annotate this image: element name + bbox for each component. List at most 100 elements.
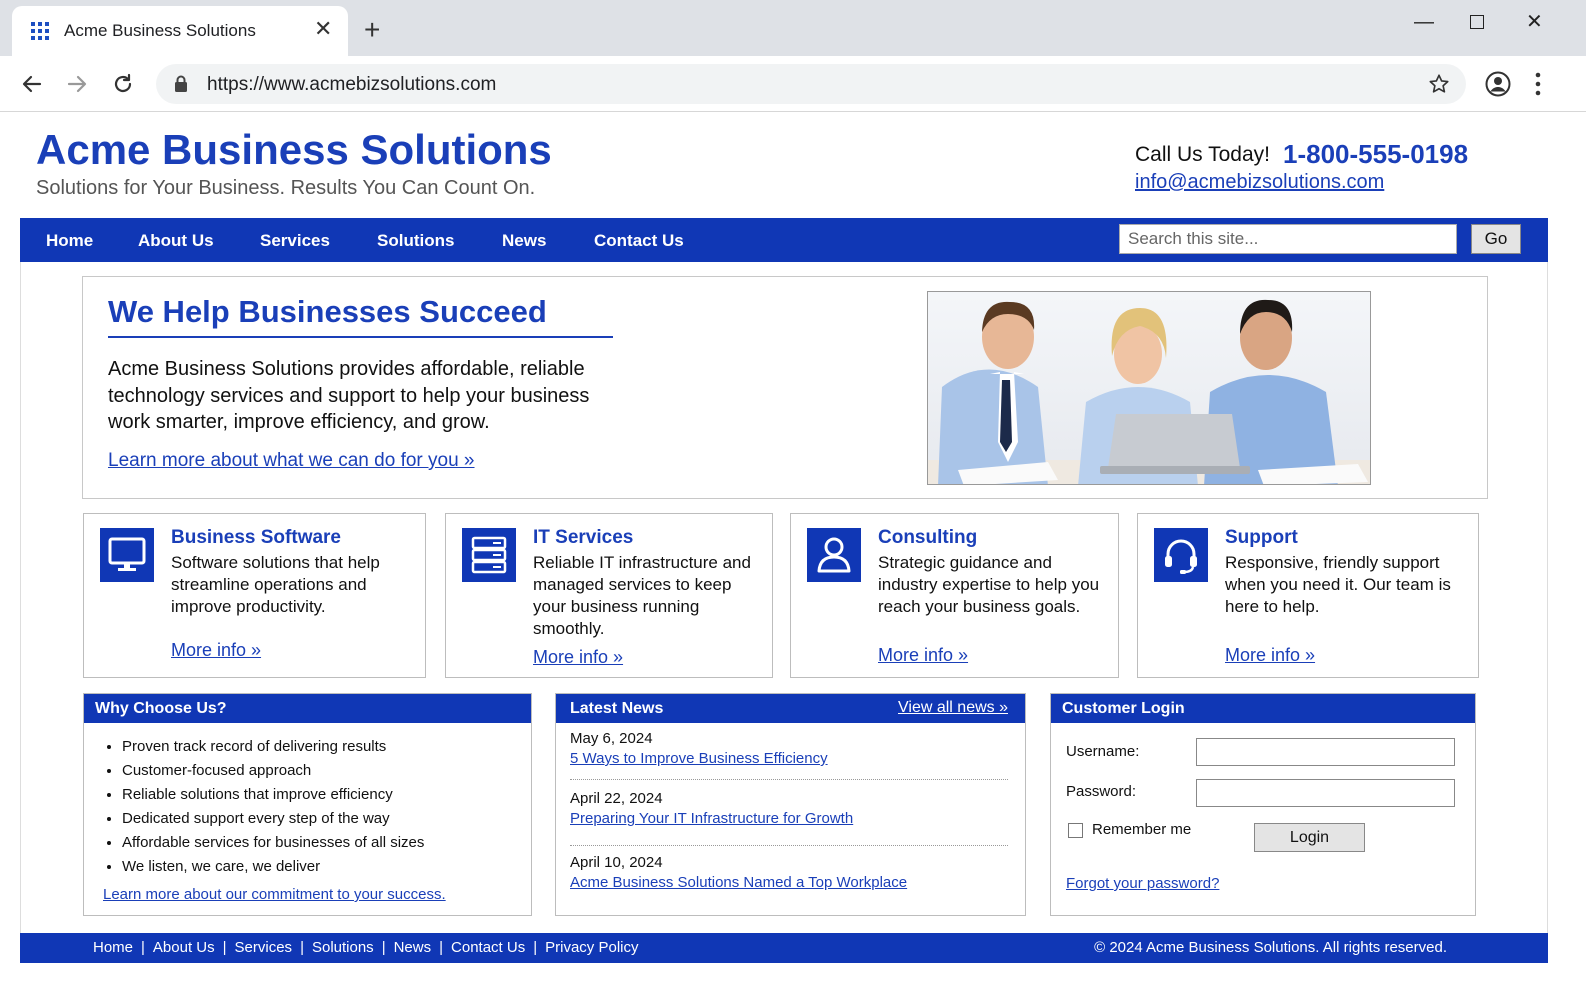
lock-icon[interactable] xyxy=(174,75,188,98)
person-icon xyxy=(807,528,861,582)
commitment-link[interactable]: Learn more about our commitment to your … xyxy=(103,886,446,903)
headset-icon xyxy=(1154,528,1208,582)
address-bar[interactable]: https://www.acmebizsolutions.com xyxy=(156,64,1466,104)
list-item: Dedicated support every step of the way xyxy=(122,807,424,831)
card-title[interactable]: IT Services xyxy=(533,527,633,549)
monitor-icon xyxy=(100,528,154,582)
card-title[interactable]: Consulting xyxy=(878,527,977,549)
copyright-text: © 2024 Acme Business Solutions. All righ… xyxy=(1094,939,1447,956)
page-frame-right-border xyxy=(1547,262,1548,934)
card-description: Software solutions that help streamline … xyxy=(171,553,380,616)
panel-header: Latest News View all news » xyxy=(556,694,1025,723)
login-button[interactable]: Login xyxy=(1254,823,1365,852)
footer-link-solutions[interactable]: Solutions xyxy=(312,939,374,956)
footer-separator: | xyxy=(381,939,386,956)
card-description: Reliable IT infrastructure and managed s… xyxy=(533,553,751,638)
news-item: April 22, 2024 Preparing Your IT Infrast… xyxy=(570,789,1008,829)
remember-me-checkbox[interactable] xyxy=(1068,823,1083,838)
news-headline-link[interactable]: 5 Ways to Improve Business Efficiency xyxy=(570,749,828,769)
nav-about-us[interactable]: About Us xyxy=(138,231,214,251)
panel-title: Customer Login xyxy=(1062,700,1185,717)
panel-header: Customer Login xyxy=(1051,694,1475,723)
why-choose-us-panel: Why Choose Us? Proven track record of de… xyxy=(83,693,532,916)
url-text[interactable]: https://www.acmebizsolutions.com xyxy=(207,74,496,96)
nav-solutions[interactable]: Solutions xyxy=(377,231,454,251)
news-divider xyxy=(570,845,1008,846)
footer-link-about-us[interactable]: About Us xyxy=(153,939,215,956)
card-description: Strategic guidance and industry expertis… xyxy=(878,553,1100,616)
phone-number[interactable]: 1-800-555-0198 xyxy=(1283,139,1468,170)
service-card-it-services: IT Services Reliable IT infrastructure a… xyxy=(445,513,773,678)
browser-menu-icon[interactable] xyxy=(1532,71,1544,102)
new-tab-icon[interactable]: + xyxy=(364,16,380,44)
list-item: Reliable solutions that improve efficien… xyxy=(122,783,424,807)
hero-title-underline xyxy=(108,336,613,338)
team-photo xyxy=(927,291,1371,485)
close-window-icon[interactable]: ✕ xyxy=(1526,10,1543,34)
site-search-input[interactable] xyxy=(1119,224,1457,254)
card-title[interactable]: Business Software xyxy=(171,527,341,549)
password-field[interactable] xyxy=(1196,779,1455,807)
profile-icon[interactable] xyxy=(1485,71,1511,102)
customer-login-panel: Customer Login Username: Password: Remem… xyxy=(1050,693,1476,916)
forward-arrow-icon[interactable] xyxy=(62,69,92,99)
news-date: April 22, 2024 xyxy=(570,790,663,807)
maximize-window-icon[interactable] xyxy=(1470,10,1484,29)
main-navbar: Home About Us Services Solutions News Co… xyxy=(20,218,1548,262)
hero-title: We Help Businesses Succeed xyxy=(108,294,547,329)
service-card-support: Support Responsive, friendly support whe… xyxy=(1137,513,1479,678)
password-label: Password: xyxy=(1066,783,1137,800)
minimize-window-icon[interactable]: — xyxy=(1414,10,1434,34)
tab-close-icon[interactable]: ✕ xyxy=(314,18,332,40)
server-icon xyxy=(462,528,516,582)
hero-learn-more-link[interactable]: Learn more about what we can do for you … xyxy=(108,450,475,472)
panel-title: Latest News xyxy=(570,700,664,717)
forgot-password-link[interactable]: Forgot your password? xyxy=(1066,875,1219,892)
bookmark-star-icon[interactable] xyxy=(1428,73,1450,100)
nav-contact-us[interactable]: Contact Us xyxy=(594,231,684,251)
back-arrow-icon[interactable] xyxy=(17,69,47,99)
card-more-info-link[interactable]: More info » xyxy=(1225,645,1315,666)
footer-link-news[interactable]: News xyxy=(394,939,432,956)
news-headline-link[interactable]: Preparing Your IT Infrastructure for Gro… xyxy=(570,809,853,829)
page-frame-left-border xyxy=(20,262,21,934)
nav-news[interactable]: News xyxy=(502,231,546,251)
news-date: April 10, 2024 xyxy=(570,854,663,871)
footer-link-services[interactable]: Services xyxy=(235,939,293,956)
news-headline-link[interactable]: Acme Business Solutions Named a Top Work… xyxy=(570,873,907,893)
tab-title: Acme Business Solutions xyxy=(64,21,256,40)
search-go-button[interactable]: Go xyxy=(1471,224,1521,254)
latest-news-panel: Latest News View all news » May 6, 2024 … xyxy=(555,693,1026,916)
reload-icon[interactable] xyxy=(108,69,138,99)
remember-me-label[interactable]: Remember me xyxy=(1092,821,1191,838)
username-field[interactable] xyxy=(1196,738,1455,766)
footer-separator: | xyxy=(300,939,304,956)
footer-separator: | xyxy=(439,939,444,956)
list-item: Customer-focused approach xyxy=(122,759,424,783)
card-title[interactable]: Support xyxy=(1225,527,1298,549)
site-title[interactable]: Acme Business Solutions xyxy=(36,126,552,174)
footer-link-contact-us[interactable]: Contact Us xyxy=(451,939,525,956)
card-description: Responsive, friendly support when you ne… xyxy=(1225,553,1451,616)
footer-link-home[interactable]: Home xyxy=(93,939,133,956)
view-all-news-link[interactable]: View all news » xyxy=(898,699,1008,717)
card-more-info-link[interactable]: More info » xyxy=(171,640,261,661)
browser-tab[interactable]: Acme Business Solutions ✕ xyxy=(12,6,348,56)
list-item: Proven track record of delivering result… xyxy=(122,735,424,759)
list-item: We listen, we care, we deliver xyxy=(122,855,424,879)
footer-separator: | xyxy=(222,939,227,956)
panel-title: Why Choose Us? xyxy=(95,700,227,717)
nav-home[interactable]: Home xyxy=(46,231,93,251)
email-link[interactable]: info@acmebizsolutions.com xyxy=(1135,171,1384,194)
site-favicon-icon xyxy=(31,22,49,40)
nav-services[interactable]: Services xyxy=(260,231,330,251)
footer-link-privacy-policy[interactable]: Privacy Policy xyxy=(545,939,638,956)
browser-tabstrip: Acme Business Solutions ✕ + — ✕ xyxy=(0,0,1586,56)
hero-description: Acme Business Solutions provides afforda… xyxy=(108,358,590,433)
site-tagline: Solutions for Your Business. Results You… xyxy=(36,177,536,199)
card-more-info-link[interactable]: More info » xyxy=(878,645,968,666)
card-more-info-link[interactable]: More info » xyxy=(533,647,623,668)
call-us-label: Call Us Today! xyxy=(1135,143,1271,166)
news-date: May 6, 2024 xyxy=(570,730,653,747)
news-item: April 10, 2024 Acme Business Solutions N… xyxy=(570,853,1008,893)
